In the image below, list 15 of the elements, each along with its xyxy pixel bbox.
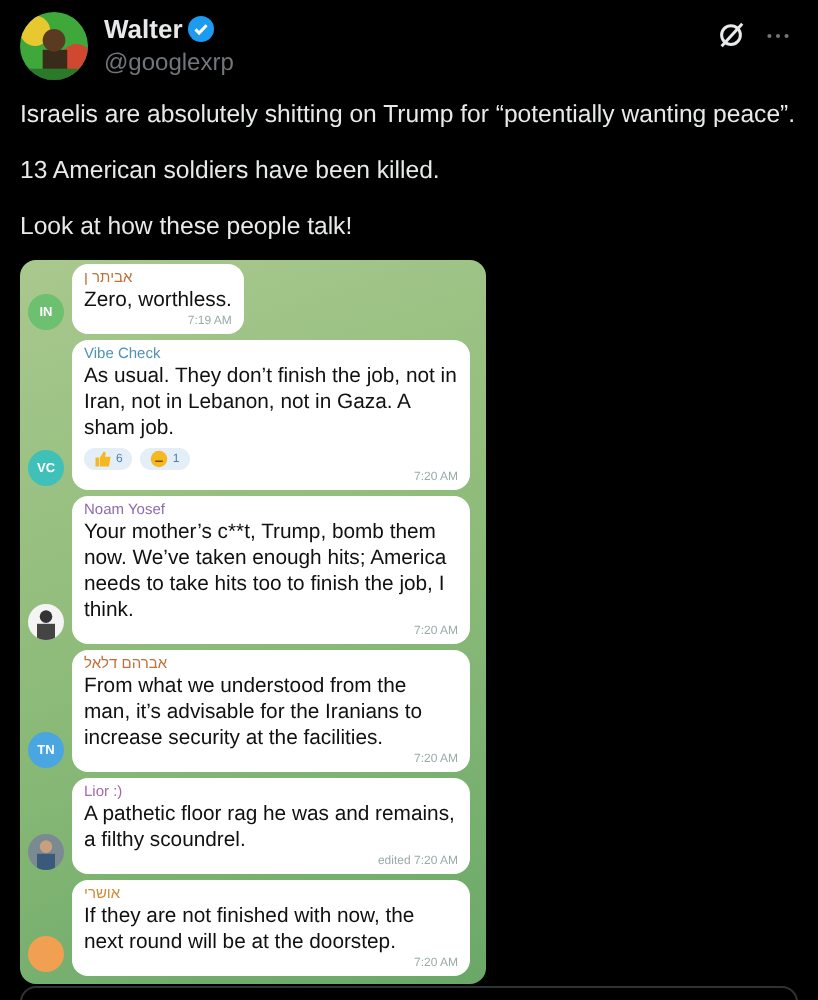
message-text: From what we understood from the man, it’s advisable for the Iranians to increase security at the facilities.: [84, 674, 425, 752]
message-text: Zero, worthless.: [84, 288, 232, 314]
post-text: Look at how these people talk!: [20, 210, 355, 244]
message-text: If they are not finished with now, the next round will be at the doorstep.: [84, 904, 417, 956]
slashed-circle-icon[interactable]: [716, 20, 746, 50]
message-text: Your mother’s c**t, Trump, bomb them now. We’ve taken enough hits; America needs to take hits too to finish the job, I think.: [84, 520, 449, 624]
thumbs-up-icon: [94, 450, 112, 468]
message-text: A pathetic floor rag he was and remains, a filthy scoundrel.: [84, 802, 457, 854]
author-handle[interactable]: @googlexrp: [104, 48, 700, 76]
message-text: As usual. They don’t finish the job, not in Iran, not in Lebanon, not in Gaza. A sham job.: [84, 364, 458, 442]
post-text: 13 American soldiers have been killed.: [20, 154, 442, 188]
more-icon[interactable]: [766, 31, 790, 39]
post-text: Israelis are absolutely shitting on Trump for “potentially wanting peace”.: [20, 98, 798, 132]
face-icon: [150, 450, 169, 468]
author-name[interactable]: Walter: [104, 14, 183, 44]
